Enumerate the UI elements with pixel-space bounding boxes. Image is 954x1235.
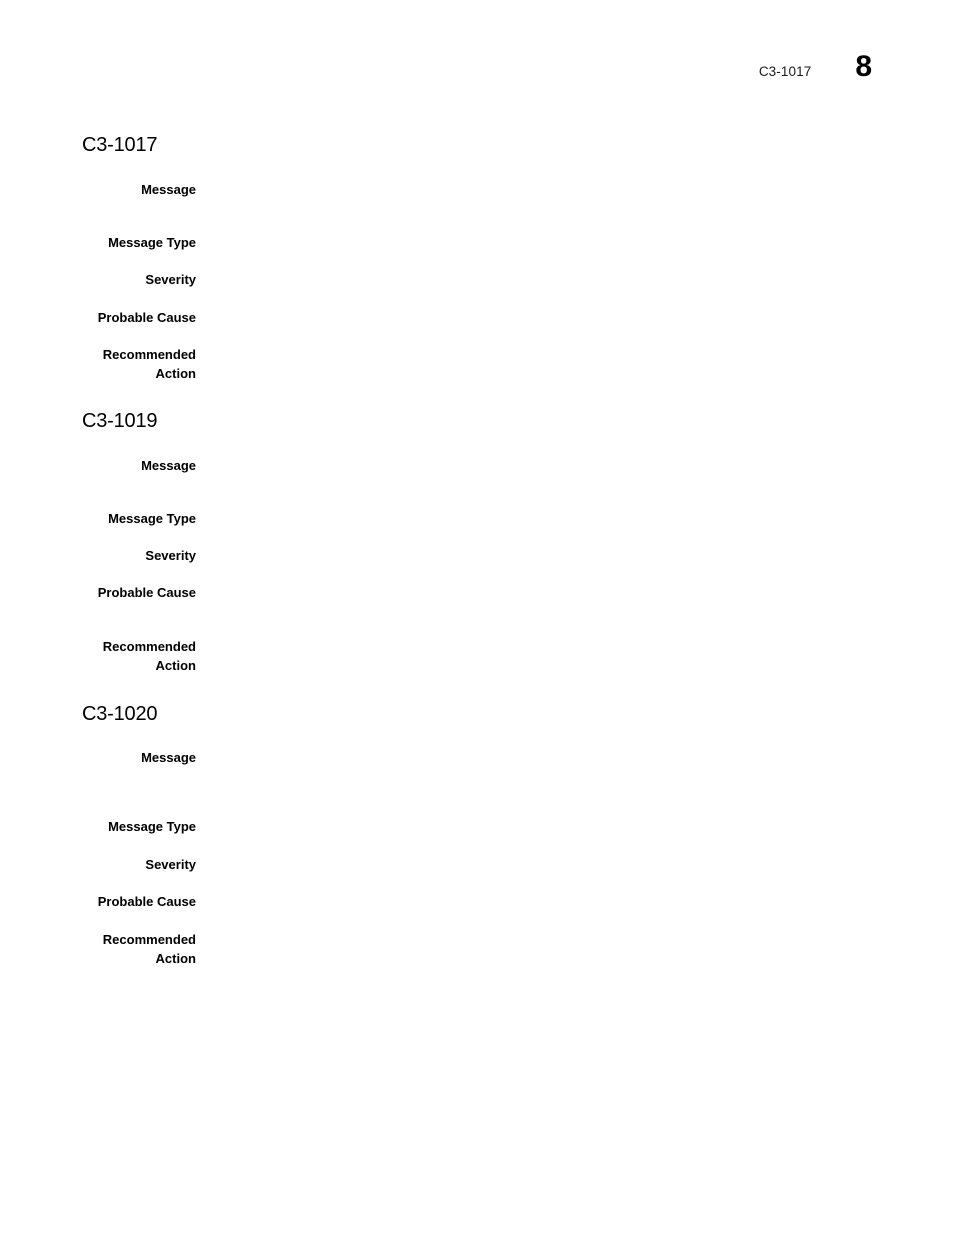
definition-value bbox=[222, 818, 954, 836]
definition-value bbox=[222, 457, 954, 475]
definition-label: Severity bbox=[145, 857, 196, 872]
header-reference: C3-1017 bbox=[758, 64, 812, 79]
definition-label: Probable Cause bbox=[97, 310, 196, 325]
definition-label: Probable Cause bbox=[97, 585, 196, 600]
definition-value bbox=[222, 584, 954, 602]
page-number: 8 bbox=[855, 50, 872, 83]
definition-row: Recommended Action bbox=[0, 931, 954, 968]
definition-label: Message Type bbox=[108, 511, 196, 526]
definition-label: Severity bbox=[145, 548, 196, 563]
definition-row: Message Type bbox=[0, 818, 954, 837]
definition-row: Severity bbox=[0, 271, 954, 290]
definition-row: Message bbox=[0, 181, 954, 200]
section-heading: C3-1020 bbox=[82, 703, 158, 725]
definition-row: Message bbox=[0, 749, 954, 768]
definition-row: Message Type bbox=[0, 234, 954, 253]
definition-label: Recommended Action bbox=[102, 347, 196, 381]
section-heading: C3-1019 bbox=[82, 410, 158, 432]
definition-value bbox=[222, 893, 954, 911]
definition-value bbox=[222, 749, 954, 767]
definition-value bbox=[222, 181, 954, 199]
definition-label: Probable Cause bbox=[97, 894, 196, 909]
definition-label: Message bbox=[141, 750, 196, 765]
definition-row: Message Type bbox=[0, 510, 954, 529]
definition-row: Severity bbox=[0, 547, 954, 566]
definition-value bbox=[222, 510, 954, 528]
page-header: C3-1017 8 bbox=[759, 52, 872, 82]
definition-label: Message Type bbox=[108, 235, 196, 250]
definition-row: Probable Cause bbox=[0, 584, 954, 603]
definition-row: Message bbox=[0, 457, 954, 476]
definition-label: Recommended Action bbox=[102, 932, 196, 966]
definition-row: Recommended Action bbox=[0, 638, 954, 675]
definition-label: Message Type bbox=[108, 819, 196, 834]
definition-row: Probable Cause bbox=[0, 893, 954, 912]
definition-label: Message bbox=[141, 458, 196, 473]
definition-value bbox=[222, 346, 954, 364]
definition-value bbox=[222, 856, 954, 874]
definition-value bbox=[222, 309, 954, 327]
definition-value bbox=[222, 547, 954, 565]
definition-row: Severity bbox=[0, 856, 954, 875]
definition-label: Message bbox=[141, 182, 196, 197]
definition-row: Probable Cause bbox=[0, 309, 954, 328]
definition-value bbox=[222, 638, 954, 656]
section-heading: C3-1017 bbox=[82, 134, 158, 156]
definition-label: Severity bbox=[145, 272, 196, 287]
definition-value bbox=[222, 234, 954, 252]
definition-row: Recommended Action bbox=[0, 346, 954, 383]
definition-value bbox=[222, 931, 954, 949]
definition-value bbox=[222, 271, 954, 289]
definition-label: Recommended Action bbox=[102, 639, 196, 673]
